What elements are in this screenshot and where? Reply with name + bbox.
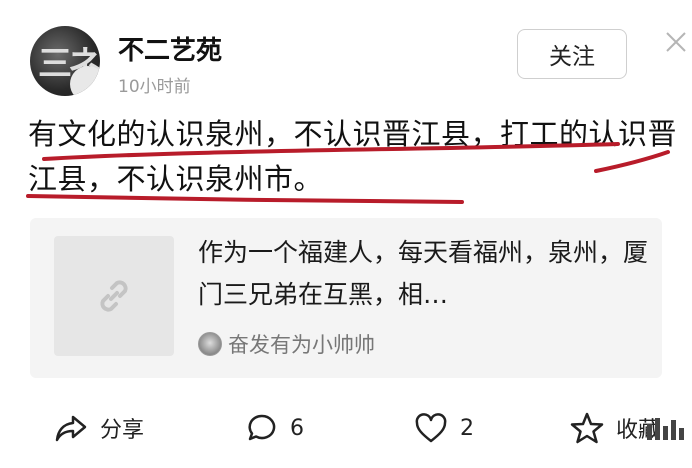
comment-button[interactable]: 6 — [246, 400, 304, 456]
card-text[interactable]: 作为一个福建人，每天看福州，泉州，厦门三兄弟在互黑，相… — [198, 232, 658, 316]
comment-count: 6 — [290, 415, 304, 441]
like-button[interactable]: 2 — [414, 400, 474, 456]
star-icon — [570, 412, 604, 444]
card-author-name: 奋发有为小帅帅 — [228, 333, 375, 357]
share-label: 分享 — [100, 418, 145, 443]
author-name[interactable]: 不二艺苑 — [118, 30, 222, 67]
comment-icon — [248, 414, 276, 441]
card-thumbnail[interactable] — [54, 236, 174, 356]
author-avatar[interactable]: 三ネ — [30, 26, 100, 96]
follow-button[interactable]: 关注 — [517, 29, 627, 79]
card-author-avatar — [198, 332, 222, 356]
share-button[interactable]: 分享 — [54, 400, 144, 456]
like-count: 2 — [460, 415, 474, 441]
link-icon — [100, 280, 128, 312]
post-text: 有文化的认识泉州，不认识晋江县，打工的认识晋江县，不认识泉州市。 — [28, 117, 678, 196]
watermark-logo — [645, 412, 689, 447]
card-author[interactable]: 奋发有为小帅帅 — [198, 329, 375, 359]
avatar-image-blob — [70, 66, 100, 96]
action-bar: 分享 6 2 收藏 — [0, 400, 692, 456]
post-time: 10小时前 — [118, 77, 191, 97]
share-icon — [55, 415, 87, 442]
heart-icon — [415, 413, 447, 443]
watermark-bars — [647, 418, 684, 440]
close-icon[interactable] — [664, 30, 688, 54]
